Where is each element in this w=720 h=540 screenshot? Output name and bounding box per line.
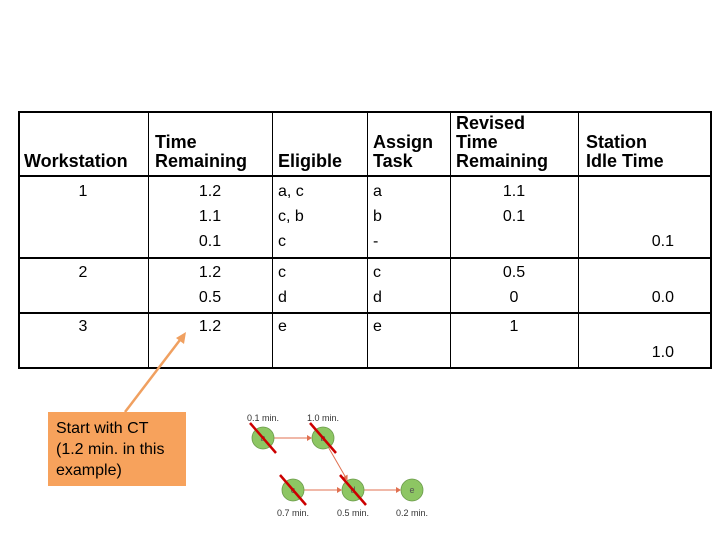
edge-b-d: [328, 447, 348, 480]
node-time: 1.0 min.: [307, 413, 339, 423]
callout-note: Start with CT (1.2 min. in this example): [48, 412, 186, 486]
precedence-network: a0.1 min.b1.0 min.c0.7 min.d0.5 min.e0.2…: [247, 413, 428, 518]
node-time: 0.5 min.: [337, 508, 369, 518]
node-time: 0.7 min.: [277, 508, 309, 518]
callout-arrow: [124, 335, 184, 413]
edge-arrowhead: [337, 487, 342, 493]
node-time: 0.1 min.: [247, 413, 279, 423]
edge-arrowhead: [307, 435, 312, 441]
node-label: e: [409, 485, 414, 495]
edge-arrowhead: [396, 487, 401, 493]
node-time: 0.2 min.: [396, 508, 428, 518]
